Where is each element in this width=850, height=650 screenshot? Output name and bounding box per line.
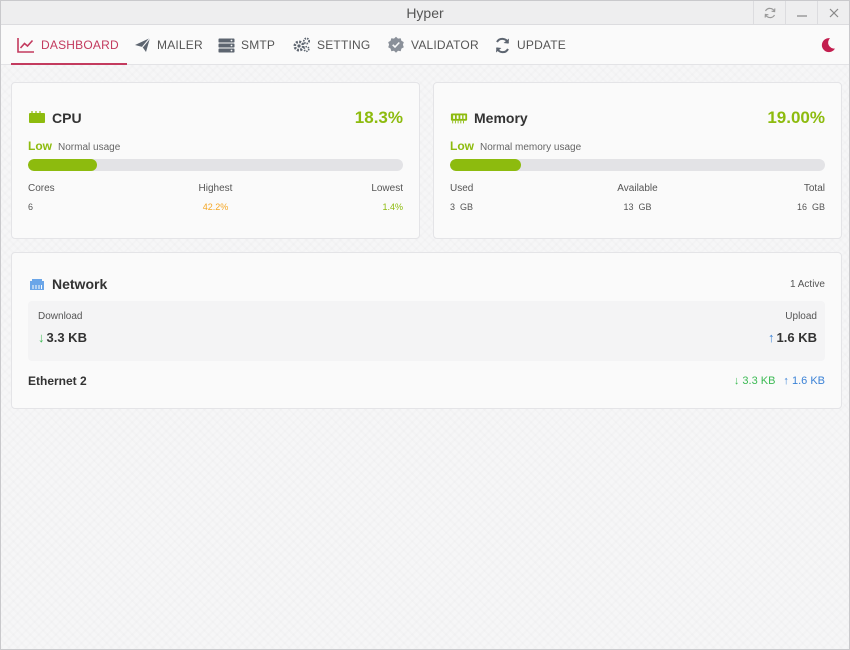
network-card-header: Network 1 Active bbox=[28, 273, 825, 295]
download-summary: Download ↓ 3.3 KB bbox=[38, 311, 87, 345]
cpu-cores-stat: Cores 6 bbox=[28, 183, 55, 212]
close-icon bbox=[829, 8, 838, 18]
refresh-icon bbox=[764, 7, 775, 19]
cpu-card-header: CPU 18.3% bbox=[28, 107, 403, 129]
interface-upload-rate: ↑ 1.6 KB bbox=[783, 375, 825, 387]
tab-update[interactable]: UPDATE bbox=[493, 25, 566, 65]
interface-name: Ethernet 2 bbox=[28, 374, 87, 388]
tab-setting-label: SETTING bbox=[317, 38, 371, 52]
cpu-highest-label: Highest bbox=[198, 183, 233, 194]
paper-plane-icon bbox=[133, 36, 151, 54]
cpu-chip-icon bbox=[29, 111, 45, 123]
tab-validator[interactable]: VALIDATOR bbox=[387, 25, 479, 65]
memory-used-label: Used bbox=[450, 183, 474, 194]
cpu-level-label: Low bbox=[28, 139, 52, 153]
upload-value-row: ↑ 1.6 KB bbox=[768, 330, 817, 345]
network-active-count: 1 Active bbox=[789, 278, 825, 290]
memory-available-label: Available bbox=[617, 183, 658, 194]
network-title: Network bbox=[52, 276, 108, 292]
tab-validator-label: VALIDATOR bbox=[411, 38, 479, 52]
main-nav: DASHBOARD MAILER SMTP SETTING VALIDATOR … bbox=[1, 25, 849, 65]
download-value: 3.3 KB bbox=[46, 330, 87, 345]
server-icon bbox=[217, 36, 235, 54]
memory-total-value: 16 GB bbox=[796, 202, 825, 212]
memory-progress-fill bbox=[450, 159, 522, 171]
interface-rates: ↓ 3.3 KB ↑ 1.6 KB bbox=[734, 375, 825, 387]
memory-level-description: Normal memory usage bbox=[480, 142, 582, 153]
tab-smtp[interactable]: SMTP bbox=[217, 25, 275, 65]
memory-card: Memory 19.00% Low Normal memory usage Us… bbox=[433, 82, 842, 239]
tab-smtp-label: SMTP bbox=[241, 38, 276, 52]
cpu-cores-label: Cores bbox=[28, 183, 55, 194]
chart-line-icon bbox=[17, 36, 35, 54]
moon-icon bbox=[821, 38, 835, 53]
upload-label: Upload bbox=[785, 311, 817, 322]
cpu-stats: Cores 6 Highest 42.2% Lowest 1.4% bbox=[28, 183, 403, 219]
minimize-button[interactable] bbox=[785, 1, 817, 25]
tab-dashboard[interactable]: DASHBOARD bbox=[11, 25, 127, 65]
tab-update-label: UPDATE bbox=[517, 38, 566, 52]
memory-available-value: 13 GB bbox=[623, 202, 652, 212]
memory-usage-level: Low Normal memory usage bbox=[450, 139, 581, 153]
cpu-usage-level: Low Normal usage bbox=[28, 139, 120, 153]
badge-check-icon bbox=[387, 36, 405, 54]
cpu-title: CPU bbox=[52, 110, 82, 126]
gears-icon bbox=[293, 36, 311, 54]
theme-toggle-button[interactable] bbox=[819, 36, 837, 54]
memory-card-header: Memory 19.00% bbox=[450, 107, 825, 129]
cpu-level-description: Normal usage bbox=[58, 142, 121, 153]
download-label: Download bbox=[38, 311, 83, 322]
download-value-row: ↓ 3.3 KB bbox=[38, 330, 87, 345]
cpu-lowest-label: Lowest bbox=[371, 183, 403, 194]
download-arrow-icon: ↓ bbox=[38, 330, 45, 345]
cpu-card: CPU 18.3% Low Normal usage Cores 6 Highe… bbox=[11, 82, 420, 239]
tab-mailer-label: MAILER bbox=[157, 38, 203, 52]
memory-used-value: 3 GB bbox=[450, 202, 474, 212]
memory-total-label: Total bbox=[803, 183, 825, 194]
tab-setting[interactable]: SETTING bbox=[293, 25, 370, 65]
memory-progress-bar bbox=[450, 159, 825, 171]
title-bar: Hyper bbox=[1, 1, 849, 25]
tab-dashboard-label: DASHBOARD bbox=[41, 38, 119, 52]
cpu-highest-value: 42.2% bbox=[202, 202, 229, 212]
interface-download-rate: ↓ 3.3 KB bbox=[733, 375, 776, 387]
cpu-usage-value: 18.3% bbox=[354, 108, 403, 127]
cpu-lowest-stat: Lowest 1.4% bbox=[371, 183, 403, 212]
refresh-icon bbox=[493, 36, 511, 54]
minimize-icon bbox=[796, 15, 807, 17]
memory-usage-value: 19.00% bbox=[767, 108, 825, 127]
cpu-progress-bar bbox=[28, 159, 403, 171]
upload-arrow-icon: ↑ bbox=[768, 330, 775, 345]
cpu-progress-fill bbox=[28, 159, 97, 171]
memory-level-label: Low bbox=[450, 139, 474, 153]
memory-ram-icon bbox=[450, 113, 468, 124]
network-interface-row: Ethernet 2 ↓ 3.3 KB ↑ 1.6 KB bbox=[28, 373, 825, 389]
upload-summary: Upload ↑ 1.6 KB bbox=[768, 311, 817, 345]
memory-total-stat: Total 16 GB bbox=[797, 183, 825, 212]
upload-value: 1.6 KB bbox=[776, 330, 817, 345]
window-title: Hyper bbox=[406, 5, 444, 21]
cpu-highest-stat: Highest 42.2% bbox=[199, 183, 233, 212]
close-button[interactable] bbox=[817, 1, 849, 25]
network-summary: Download ↓ 3.3 KB Upload ↑ 1.6 KB bbox=[28, 301, 825, 361]
network-port-icon bbox=[30, 279, 44, 290]
memory-available-stat: Available 13 GB bbox=[617, 183, 657, 212]
cpu-cores-value: 6 bbox=[28, 202, 34, 212]
memory-stats: Used 3 GB Available 13 GB Total 16 GB bbox=[450, 183, 825, 219]
memory-used-stat: Used 3 GB bbox=[450, 183, 473, 212]
cpu-lowest-value: 1.4% bbox=[382, 202, 403, 212]
memory-title: Memory bbox=[474, 110, 528, 126]
app-window: Hyper DASHBOARD MAILER SMTP SETTING VALI… bbox=[0, 0, 850, 650]
network-card: Network 1 Active Download ↓ 3.3 KB Uploa… bbox=[11, 252, 842, 409]
refresh-window-button[interactable] bbox=[753, 1, 785, 25]
tab-mailer[interactable]: MAILER bbox=[133, 25, 203, 65]
